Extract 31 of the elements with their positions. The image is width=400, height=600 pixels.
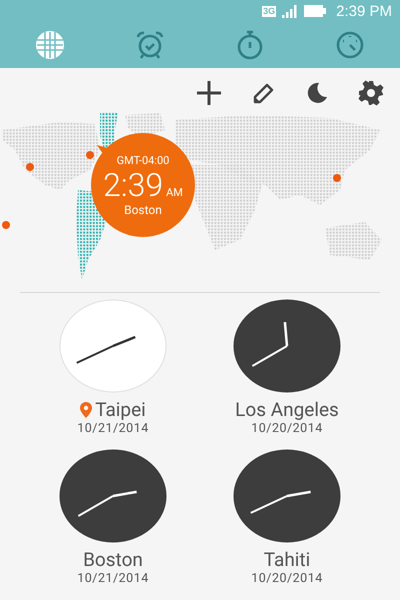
- city-name: Boston: [83, 549, 143, 571]
- city-marker[interactable]: [2, 221, 10, 229]
- battery-icon: [304, 5, 326, 17]
- settings-icon: [358, 80, 384, 106]
- clock-date: 10/21/2014: [77, 421, 149, 437]
- city-marker[interactable]: [26, 163, 34, 171]
- globe-icon: [35, 30, 65, 60]
- toolbar-button[interactable]: [194, 78, 224, 108]
- moon-icon: [306, 82, 328, 104]
- stopwatch-icon: [235, 30, 265, 60]
- city-name: Los Angeles: [235, 399, 339, 421]
- city-marker[interactable]: [86, 151, 94, 159]
- city-name: Taipei: [95, 399, 146, 421]
- signal-icon: [282, 4, 298, 18]
- bubble-time: 2:39: [103, 166, 164, 202]
- pencil-icon: [251, 81, 275, 105]
- network-type: 3G: [262, 6, 276, 16]
- gmt-offset: GMT-04:00: [116, 154, 170, 166]
- add-icon: [196, 80, 222, 106]
- am-pm: AM: [166, 186, 183, 198]
- clock-time: 2:39 PM: [336, 2, 392, 20]
- city-name: Tahiti: [264, 549, 310, 571]
- alarm-clock-icon: [135, 30, 165, 60]
- clock-date: 10/20/2014: [251, 421, 323, 437]
- bubble-city: Boston: [124, 202, 162, 216]
- clock-date: 10/21/2014: [77, 571, 149, 587]
- city-marker[interactable]: [333, 174, 341, 182]
- location-pin-icon: [80, 402, 92, 418]
- timer-icon: [335, 30, 365, 60]
- clock-date: 10/20/2014: [251, 571, 323, 587]
- toolbar-button[interactable]: [356, 78, 386, 108]
